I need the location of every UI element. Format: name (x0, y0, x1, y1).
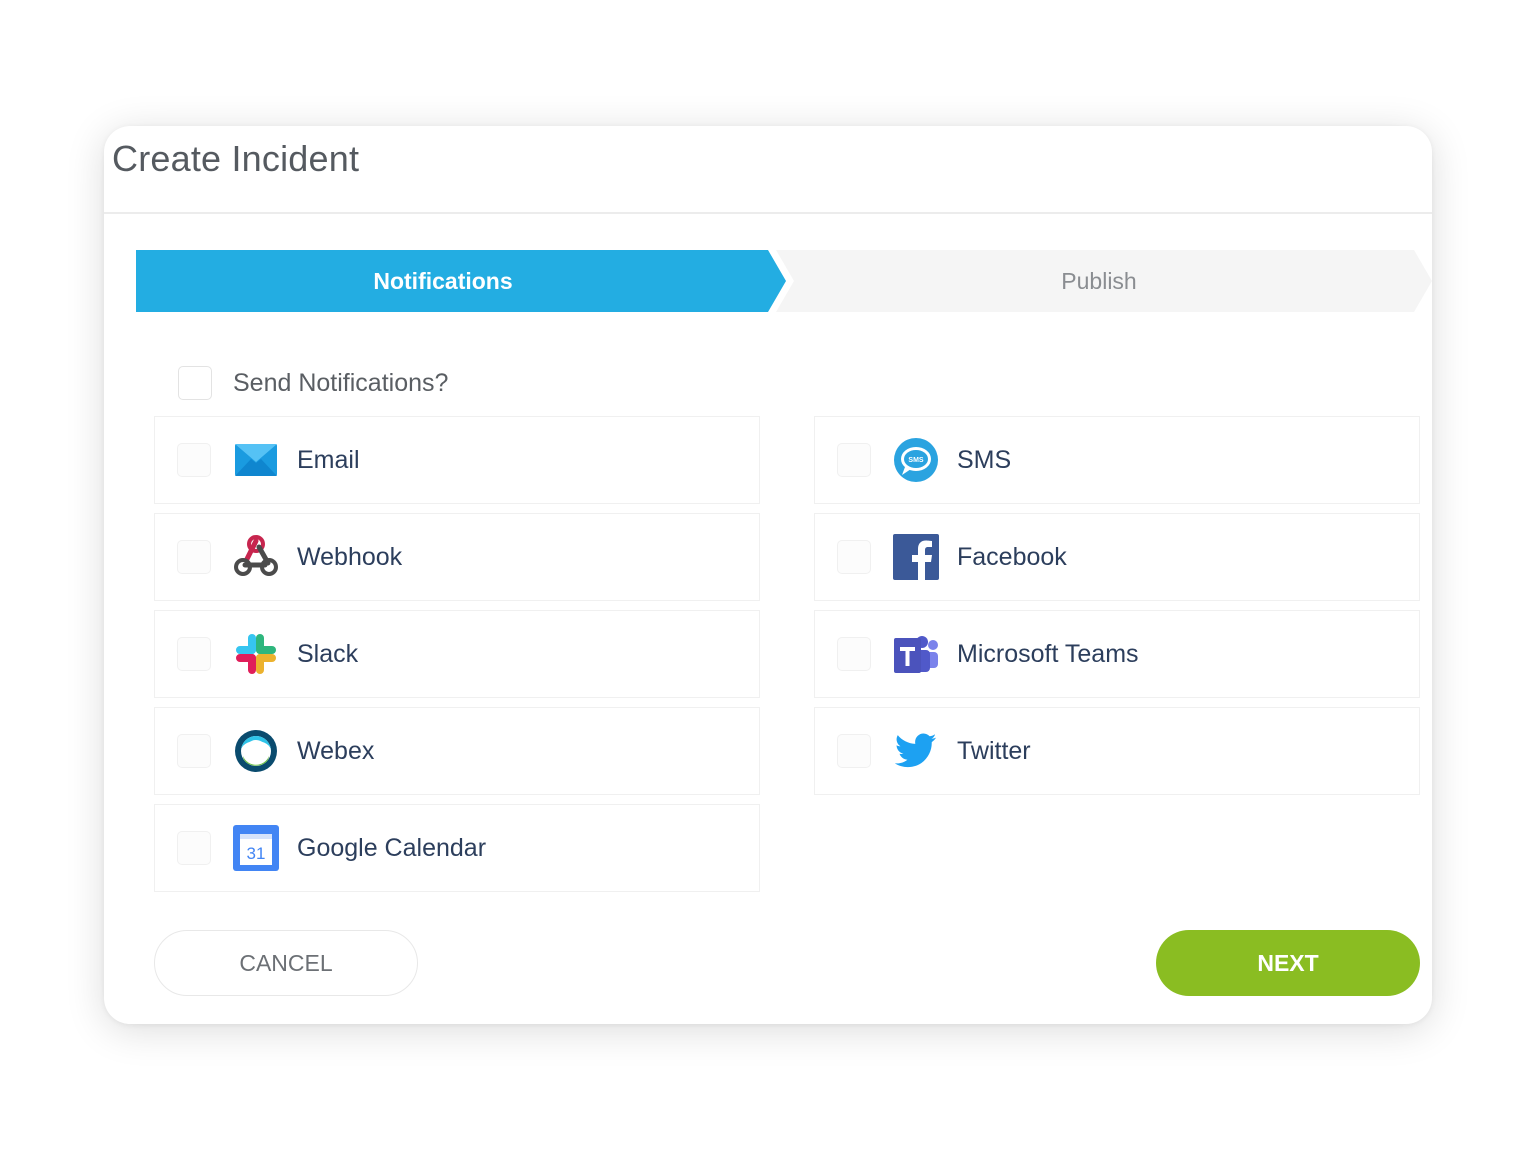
dialog-title: Create Incident (112, 138, 360, 179)
send-notifications-checkbox[interactable] (178, 366, 212, 400)
microsoft-teams-checkbox[interactable] (837, 637, 871, 671)
channel-card-webex[interactable]: Webex (154, 707, 760, 795)
cancel-button[interactable]: CANCEL (154, 930, 418, 996)
email-checkbox[interactable] (177, 443, 211, 477)
channel-card-email[interactable]: Email (154, 416, 760, 504)
sms-icon-text: SMS (908, 457, 924, 464)
channel-label: Twitter (957, 736, 1031, 765)
channel-label: Email (297, 445, 360, 474)
channel-label: SMS (957, 445, 1012, 474)
stepper: Publish Notifications (136, 250, 1432, 312)
channel-label: Webex (297, 736, 375, 765)
webhook-icon (233, 534, 279, 580)
calendar-day-number: 31 (247, 844, 266, 863)
webex-checkbox[interactable] (177, 734, 211, 768)
google-calendar-icon: 31 (233, 825, 279, 871)
webhook-checkbox[interactable] (177, 540, 211, 574)
channel-card-sms[interactable]: SMS SMS (814, 416, 1420, 504)
channel-label: Facebook (957, 542, 1067, 571)
channel-card-slack[interactable]: Slack (154, 610, 760, 698)
slack-icon (233, 631, 279, 677)
channel-card-google-calendar[interactable]: 31 Google Calendar (154, 804, 760, 892)
send-notifications-row: Send Notifications? (178, 366, 448, 400)
google-calendar-checkbox[interactable] (177, 831, 211, 865)
channel-label: Slack (297, 639, 359, 668)
channel-label: Microsoft Teams (957, 639, 1139, 668)
sms-icon: SMS (893, 437, 939, 483)
facebook-icon (893, 534, 939, 580)
facebook-checkbox[interactable] (837, 540, 871, 574)
send-notifications-label: Send Notifications? (233, 368, 449, 397)
dialog-header: Create Incident (104, 126, 1432, 214)
step-publish[interactable]: Publish (776, 250, 1432, 312)
step-label: Notifications (373, 267, 513, 294)
twitter-checkbox[interactable] (837, 734, 871, 768)
channel-card-microsoft-teams[interactable]: Microsoft Teams (814, 610, 1420, 698)
channel-label: Google Calendar (297, 833, 487, 862)
slack-checkbox[interactable] (177, 637, 211, 671)
microsoft-teams-icon (893, 631, 939, 677)
channel-label: Webhook (297, 542, 403, 571)
create-incident-dialog: Create Incident Publish Notifications Se… (104, 126, 1432, 1024)
twitter-icon (893, 728, 939, 774)
email-icon (233, 437, 279, 483)
sms-checkbox[interactable] (837, 443, 871, 477)
webex-icon (233, 728, 279, 774)
channel-card-twitter[interactable]: Twitter (814, 707, 1420, 795)
channel-card-facebook[interactable]: Facebook (814, 513, 1420, 601)
next-button[interactable]: NEXT (1156, 930, 1420, 996)
channel-card-webhook[interactable]: Webhook (154, 513, 760, 601)
step-notifications[interactable]: Notifications (136, 250, 786, 312)
step-label: Publish (1061, 267, 1137, 294)
